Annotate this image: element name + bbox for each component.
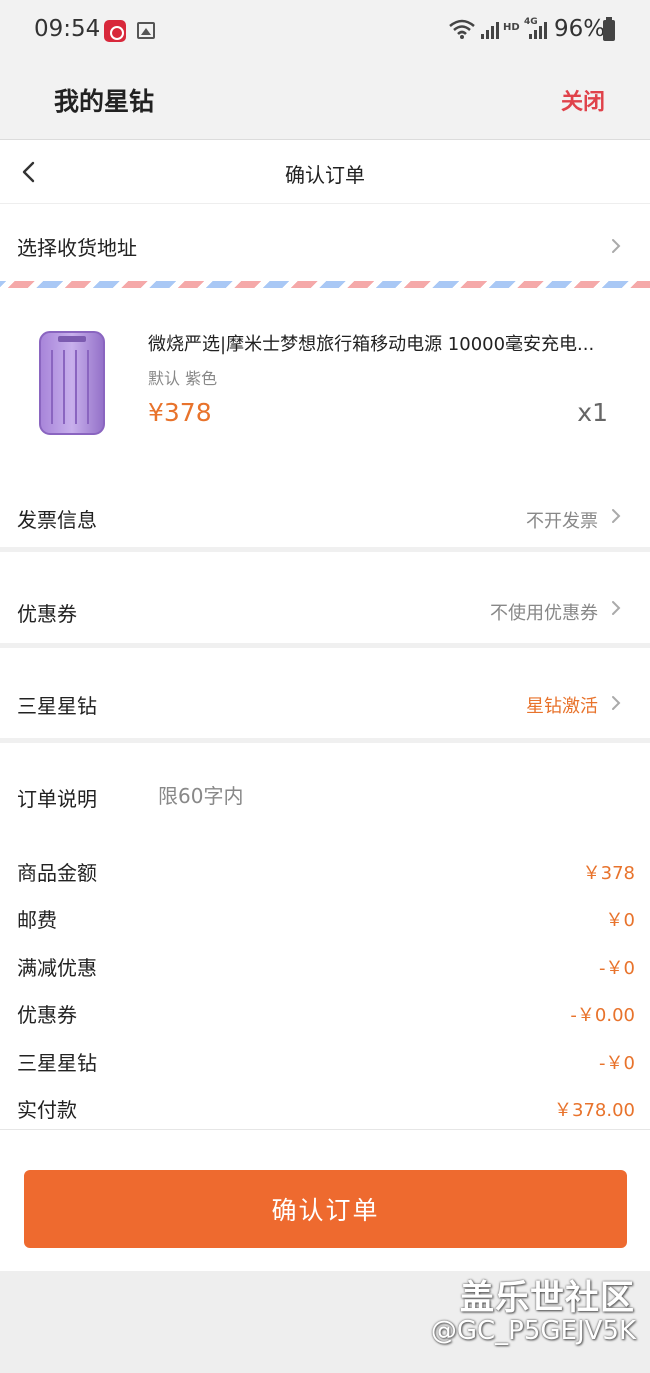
chevron-right-icon [612, 509, 621, 523]
summary-row: 满减优惠 -￥0 [0, 944, 650, 984]
summary-row: 商品金额 ￥378 [0, 849, 650, 889]
diamond-value: 星钻激活 [526, 696, 598, 717]
order-note-row: 订单说明 [0, 743, 650, 843]
status-bar: 09:54 HD 4G 96% [0, 0, 650, 62]
wifi-icon [449, 19, 475, 39]
summary-label: 商品金额 [17, 861, 97, 885]
product-price: ¥378 [148, 398, 212, 427]
summary-value: ￥378 [582, 863, 635, 884]
order-note-label: 订单说明 [17, 787, 97, 811]
summary-value: ￥0 [605, 910, 635, 931]
summary-row: 优惠券 -￥0.00 [0, 991, 650, 1031]
notification-app-icon [104, 20, 126, 42]
select-address-row[interactable]: 选择收货地址 [0, 205, 650, 281]
coupon-row[interactable]: 优惠券 不使用优惠券 [0, 557, 650, 648]
summary-label: 邮费 [17, 908, 57, 932]
product-quantity: x1 [577, 398, 608, 427]
invoice-row[interactable]: 发票信息 不开发票 [0, 474, 650, 552]
summary-value: -￥0 [599, 958, 635, 979]
samsung-diamond-row[interactable]: 三星星钻 星钻激活 [0, 648, 650, 743]
gallery-icon [137, 22, 155, 39]
nav-bar: 确认订单 [0, 141, 650, 204]
order-note-input[interactable] [158, 781, 598, 811]
summary-value: -￥0.00 [570, 1005, 635, 1026]
summary-row-total: 实付款 ￥378.00 [0, 1086, 650, 1126]
chevron-right-icon [612, 601, 621, 615]
close-button[interactable]: 关闭 [561, 84, 605, 116]
hd-indicator: HD [503, 22, 520, 33]
confirm-area: 确认订单 [0, 1131, 650, 1271]
coupon-value: 不使用优惠券 [490, 603, 598, 624]
chevron-right-icon [612, 239, 621, 253]
invoice-value: 不开发票 [526, 511, 598, 532]
summary-value: -￥0 [599, 1053, 635, 1074]
watermark-title: 盖乐世社区 [460, 1278, 635, 1318]
total-value: ￥378.00 [554, 1100, 635, 1121]
watermark-handle: @GC_P5GEJV5K [430, 1316, 636, 1346]
battery-icon [603, 17, 615, 41]
battery-percent: 96% [554, 16, 606, 42]
product-image [39, 331, 105, 435]
price-summary: 商品金额 ￥378 邮费 ￥0 满减优惠 -￥0 优惠券 -￥0.00 三星星钻… [0, 845, 650, 1130]
signal-icon-2 [529, 22, 547, 39]
summary-label: 三星星钻 [17, 1051, 97, 1075]
summary-row: 三星星钻 -￥0 [0, 1039, 650, 1079]
summary-row: 邮费 ￥0 [0, 896, 650, 936]
product-item: 微烧严选|摩米士梦想旅行箱移动电源 10000毫安充电... 默认 紫色 ¥37… [0, 288, 650, 474]
coupon-label: 优惠券 [17, 602, 77, 626]
app-title: 我的星钻 [54, 87, 155, 116]
summary-label: 满减优惠 [17, 956, 97, 980]
signal-icon [481, 22, 499, 39]
status-time: 09:54 [34, 16, 101, 42]
summary-label: 优惠券 [17, 1003, 77, 1027]
invoice-label: 发票信息 [17, 508, 97, 532]
product-name: 微烧严选|摩米士梦想旅行箱移动电源 10000毫安充电... [148, 334, 595, 355]
airmail-divider [0, 281, 650, 288]
chevron-right-icon [612, 696, 621, 710]
confirm-order-button[interactable]: 确认订单 [24, 1170, 627, 1248]
product-spec: 默认 紫色 [148, 369, 218, 388]
summary-label: 实付款 [17, 1098, 77, 1122]
page-title: 确认订单 [285, 163, 365, 187]
app-header: 我的星钻 关闭 [0, 62, 650, 140]
address-label: 选择收货地址 [17, 236, 137, 260]
diamond-label: 三星星钻 [17, 694, 97, 718]
